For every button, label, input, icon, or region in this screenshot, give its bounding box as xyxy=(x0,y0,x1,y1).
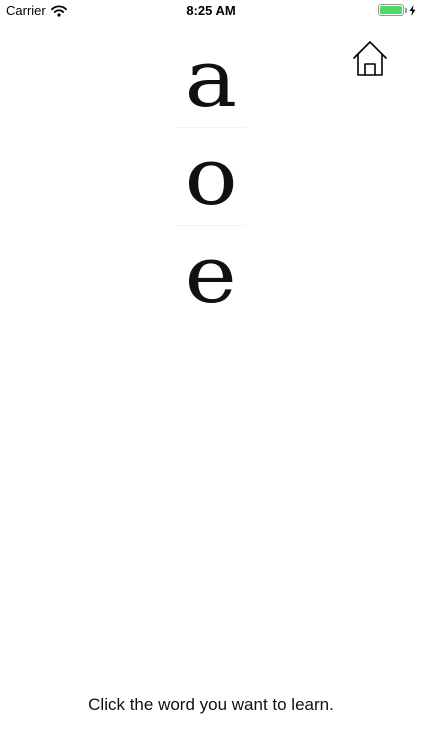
status-time: 8:25 AM xyxy=(186,3,236,18)
home-icon[interactable] xyxy=(352,40,388,78)
letter-button-o[interactable]: o xyxy=(168,127,254,226)
battery-group xyxy=(378,4,416,16)
letter-label: a xyxy=(184,32,238,125)
charging-bolt-icon xyxy=(409,4,416,16)
letter-list: a o e xyxy=(168,30,254,324)
battery-icon xyxy=(378,4,404,16)
battery-fill xyxy=(380,6,402,14)
letter-button-a[interactable]: a xyxy=(168,30,254,128)
letter-label: o xyxy=(184,130,238,223)
battery-cap xyxy=(405,7,407,13)
instruction-text: Click the word you want to learn. xyxy=(88,695,334,714)
status-bar: Carrier 8:25 AM xyxy=(0,0,422,22)
letter-button-e[interactable]: e xyxy=(168,225,254,324)
letter-label: e xyxy=(184,228,238,321)
